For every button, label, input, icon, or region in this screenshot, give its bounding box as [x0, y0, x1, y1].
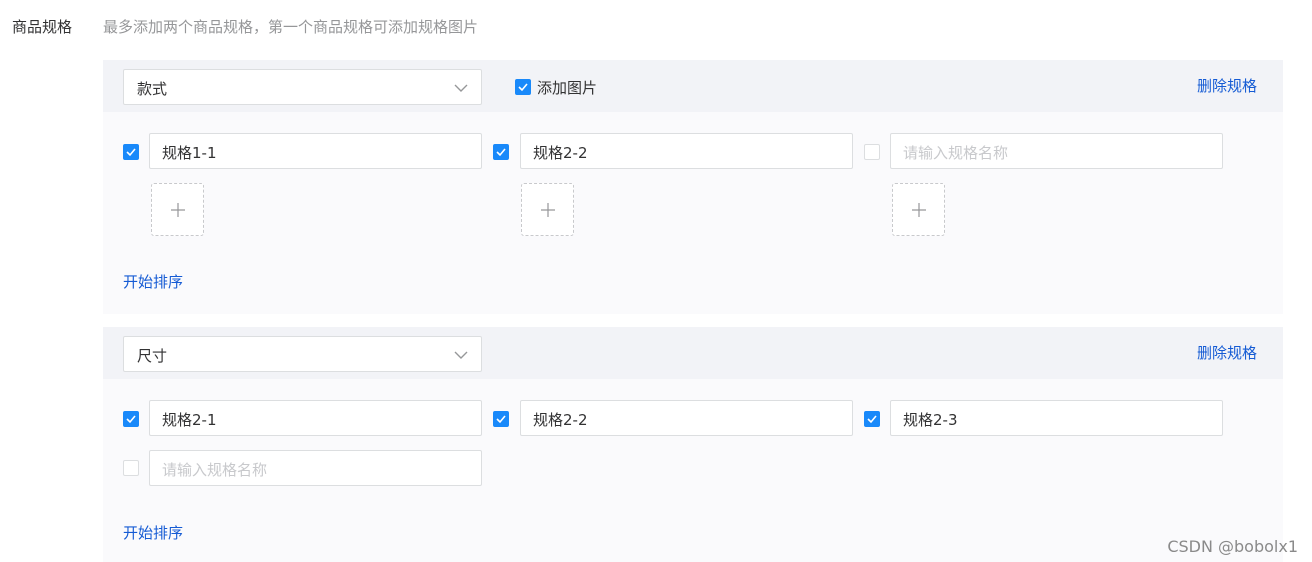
upload-image-button[interactable] [892, 183, 945, 236]
value-checkbox[interactable] [123, 411, 139, 427]
checkbox-checked-icon [515, 79, 531, 95]
spec-group-1: 款式 添加图片 删除规格 规格1-1 规格2-2 请输入规格名称 开始排序 [103, 60, 1283, 314]
chevron-down-icon [454, 84, 468, 92]
plus-icon [541, 203, 555, 217]
spec-group-header: 尺寸 删除规格 [103, 327, 1283, 379]
spec-name-value: 尺寸 [137, 347, 168, 365]
value-checkbox[interactable] [123, 460, 139, 476]
plus-icon [171, 203, 185, 217]
spec-value-input[interactable]: 请输入规格名称 [149, 450, 482, 486]
spec-value-input[interactable]: 规格1-1 [149, 133, 482, 169]
watermark: CSDN @bobolx1 [1167, 537, 1298, 556]
value-checkbox[interactable] [493, 411, 509, 427]
spec-name-select[interactable]: 尺寸 [123, 336, 482, 372]
field-label: 商品规格 [12, 18, 73, 36]
start-sort-link[interactable]: 开始排序 [123, 522, 183, 543]
upload-image-button[interactable] [151, 183, 204, 236]
delete-spec-link[interactable]: 删除规格 [1197, 342, 1257, 363]
spec-value-input[interactable]: 规格2-2 [520, 400, 853, 436]
spec-value-input[interactable]: 规格2-2 [520, 133, 853, 169]
spec-value-input[interactable]: 规格2-1 [149, 400, 482, 436]
spec-group-2: 尺寸 删除规格 规格2-1 规格2-2 规格2-3 请输入规格名称 开始排序 [103, 327, 1283, 562]
add-image-label: 添加图片 [537, 79, 598, 97]
field-hint: 最多添加两个商品规格，第一个商品规格可添加规格图片 [103, 18, 479, 36]
spec-name-select[interactable]: 款式 [123, 69, 482, 105]
value-checkbox[interactable] [864, 411, 880, 427]
spec-value-input[interactable]: 请输入规格名称 [890, 133, 1223, 169]
spec-group-header: 款式 添加图片 删除规格 [103, 60, 1283, 112]
spec-name-value: 款式 [137, 80, 168, 98]
upload-image-button[interactable] [521, 183, 574, 236]
start-sort-link[interactable]: 开始排序 [123, 271, 183, 292]
plus-icon [912, 203, 926, 217]
value-checkbox[interactable] [864, 144, 880, 160]
spec-value-input[interactable]: 规格2-3 [890, 400, 1223, 436]
chevron-down-icon [454, 351, 468, 359]
value-checkbox[interactable] [123, 144, 139, 160]
delete-spec-link[interactable]: 删除规格 [1197, 75, 1257, 96]
value-checkbox[interactable] [493, 144, 509, 160]
